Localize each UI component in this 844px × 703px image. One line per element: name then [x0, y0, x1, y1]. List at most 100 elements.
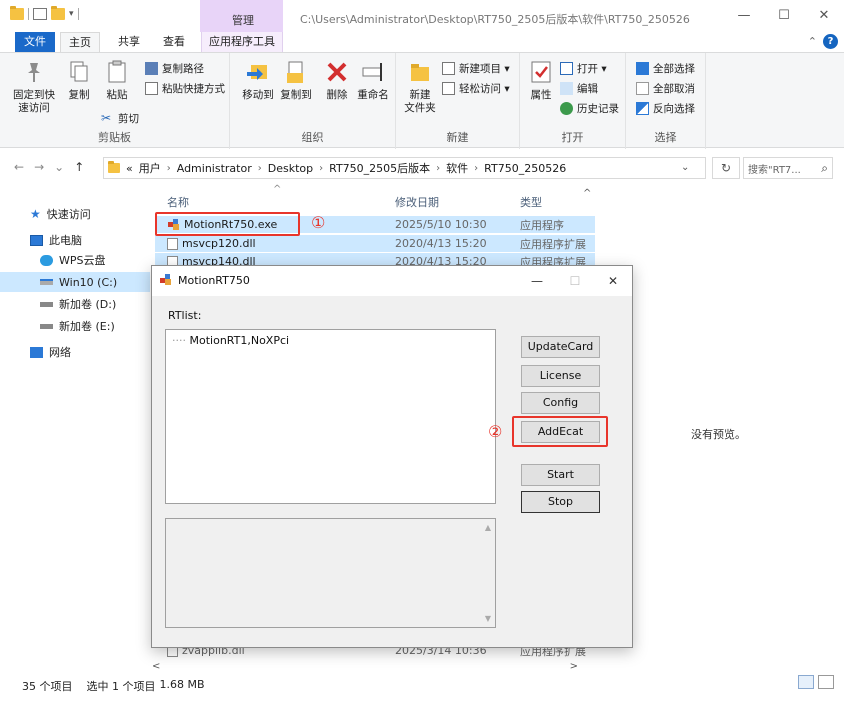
dialog-close-button[interactable]: ✕ [594, 266, 632, 296]
breadcrumb-separator[interactable]: › [474, 163, 478, 174]
easy-access-icon [442, 82, 455, 95]
column-header-name[interactable]: 名称 [167, 194, 189, 210]
breadcrumb-rt750-version[interactable]: RT750_2505后版本 [329, 160, 430, 176]
log-scrollbar[interactable]: ▲ ▼ [481, 519, 495, 627]
scroll-left-icon[interactable]: < [152, 661, 160, 672]
scroll-right-icon[interactable]: > [570, 661, 578, 672]
recent-locations-button[interactable]: ⌄ [54, 160, 64, 174]
pin-label: 固定到快 速访问 [13, 89, 55, 114]
breadcrumb-rt750-250526[interactable]: RT750_250526 [484, 162, 566, 175]
breadcrumb-administrator[interactable]: Administrator [177, 162, 252, 175]
edit-button[interactable]: 编辑 [560, 81, 598, 96]
breadcrumb-separator[interactable]: › [319, 163, 323, 174]
nav-quick-access[interactable]: ★ 快速访问 [30, 204, 91, 224]
stop-button[interactable]: Stop [521, 491, 600, 513]
address-prefix[interactable]: « [126, 162, 133, 175]
copy-to-button[interactable]: 复制到 [276, 59, 316, 102]
window-title-path: C:\Users\Administrator\Desktop\RT750_250… [300, 13, 690, 26]
move-to-label: 移动到 [242, 89, 274, 101]
search-box[interactable]: 搜索"RT7... ⌕ [743, 157, 833, 179]
invert-selection-button[interactable]: 反向选择 [636, 101, 695, 116]
dialog-minimize-button[interactable]: — [518, 266, 556, 296]
column-header-type[interactable]: 类型 [520, 194, 542, 210]
annotation-box-1 [155, 212, 300, 236]
log-scroll-up-icon[interactable]: ▲ [485, 523, 491, 532]
history-button[interactable]: 历史记录 [560, 101, 619, 116]
breadcrumb-separator[interactable]: › [258, 163, 262, 174]
large-icons-view-icon[interactable] [818, 675, 834, 689]
tab-share[interactable]: 共享 [110, 32, 148, 52]
column-header-date[interactable]: 修改日期 [395, 194, 439, 210]
new-folder-button[interactable]: 新建 文件夹 [402, 59, 438, 115]
new-folder-icon[interactable] [51, 6, 65, 20]
breadcrumb-separator[interactable]: › [167, 163, 171, 174]
copy-button[interactable]: 复制 [64, 59, 94, 102]
search-icon[interactable]: ⌕ [821, 161, 828, 176]
easy-access-button[interactable]: 轻松访问 ▾ [442, 81, 510, 96]
properties-button[interactable]: 属性 [526, 59, 556, 102]
manage-label[interactable]: 管理 [232, 12, 254, 28]
refresh-button[interactable]: ↻ [712, 157, 740, 179]
breadcrumb-users[interactable]: 用户 [139, 160, 161, 176]
nav-this-pc[interactable]: 此电脑 [30, 230, 82, 250]
open-button[interactable]: 打开 ▾ [560, 61, 607, 76]
log-output-box[interactable]: ▲ ▼ [165, 518, 496, 628]
folder-icon[interactable] [10, 6, 24, 20]
cut-button[interactable]: ✂ 剪切 [101, 111, 139, 126]
tab-app-tools[interactable]: 应用程序工具 [201, 32, 283, 52]
tab-file[interactable]: 文件 [15, 32, 55, 52]
breadcrumb-software[interactable]: 软件 [446, 160, 468, 176]
address-bar[interactable]: « 用户 › Administrator › Desktop › RT750_2… [103, 157, 706, 179]
nav-drive-c[interactable]: Win10 (C:) [0, 272, 150, 292]
application-icon [160, 274, 171, 285]
close-button[interactable]: ✕ [804, 0, 844, 30]
select-none-button[interactable]: 全部取消 [636, 81, 695, 96]
tree-item-motionrt1[interactable]: ···· MotionRT1,NoXPci [172, 334, 289, 347]
file-list-horizontal-scrollbar[interactable]: < > [150, 659, 580, 673]
properties-icon[interactable] [33, 8, 47, 20]
address-dropdown-icon[interactable]: ⌄ [681, 162, 689, 173]
breadcrumb-separator[interactable]: › [436, 163, 440, 174]
customize-qat-icon[interactable]: ▾ [69, 9, 74, 19]
nav-drive-d[interactable]: 新加卷 (D:) [40, 294, 116, 314]
license-button[interactable]: License [521, 365, 600, 387]
collapse-ribbon-icon[interactable]: ⌃ [808, 35, 817, 48]
details-view-icon[interactable] [798, 675, 814, 689]
nav-network[interactable]: 网络 [30, 342, 71, 362]
select-none-icon [636, 82, 649, 95]
breadcrumb-desktop[interactable]: Desktop [268, 162, 313, 175]
delete-button[interactable]: 删除 [322, 59, 352, 102]
select-all-button[interactable]: 全部选择 [636, 61, 695, 76]
nav-drive-c-label: Win10 (C:) [59, 275, 118, 289]
delete-icon [327, 62, 347, 82]
start-button[interactable]: Start [521, 464, 600, 486]
nav-drive-e[interactable]: 新加卷 (E:) [40, 316, 115, 336]
rtlist-tree[interactable]: ···· MotionRT1,NoXPci [165, 329, 496, 504]
back-button[interactable]: ← [14, 160, 24, 174]
copy-path-button[interactable]: 复制路径 [145, 61, 204, 76]
nav-wps-cloud[interactable]: WPS云盘 [40, 250, 106, 270]
up-button[interactable]: ↑ [74, 160, 84, 174]
pin-quick-access-button[interactable]: 固定到快 速访问 [13, 59, 55, 115]
move-to-button[interactable]: 移动到 [238, 59, 278, 102]
selected-size: 1.68 MB [159, 678, 205, 691]
forward-button[interactable]: → [34, 160, 44, 174]
config-button[interactable]: Config [521, 392, 600, 414]
minimize-button[interactable]: — [724, 0, 764, 30]
file-row-msvcp120[interactable]: msvcp120.dll 2020/4/13 15:20 应用程序扩展 [155, 235, 595, 252]
tab-view[interactable]: 查看 [155, 32, 193, 52]
cloud-icon [40, 254, 53, 266]
log-scroll-down-icon[interactable]: ▼ [485, 614, 491, 623]
paste-icon [108, 60, 126, 83]
scroll-up-icon[interactable]: ^ [583, 188, 591, 199]
maximize-button[interactable]: ☐ [764, 0, 804, 30]
new-item-button[interactable]: 新建项目 ▾ [442, 61, 510, 76]
open-group-label: 打开 [561, 131, 584, 144]
star-icon: ★ [30, 207, 41, 221]
paste-button[interactable]: 粘贴 [102, 59, 132, 102]
help-icon[interactable]: ? [823, 34, 838, 49]
update-card-button[interactable]: UpdateCard [521, 336, 600, 358]
paste-shortcut-button[interactable]: 粘贴快捷方式 [145, 81, 225, 96]
rename-button[interactable]: 重命名 [354, 59, 392, 102]
tab-home[interactable]: 主页 [60, 32, 100, 52]
